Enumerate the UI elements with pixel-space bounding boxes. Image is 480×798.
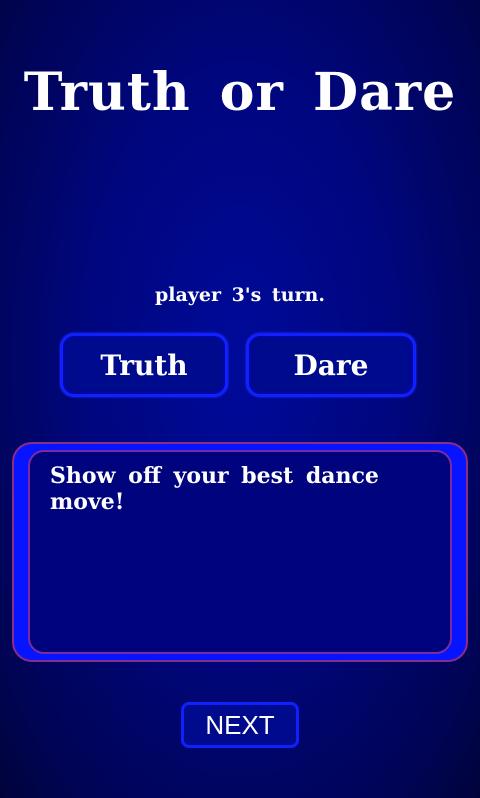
truth-button[interactable]: Truth <box>60 333 228 397</box>
card-text: Show off your best dance move! <box>50 463 379 515</box>
next-button[interactable]: NEXT <box>181 702 299 748</box>
app-title: Truth or Dare <box>23 62 457 123</box>
dare-button[interactable]: Dare <box>246 333 416 397</box>
turn-status: player 3's turn. <box>155 284 325 306</box>
